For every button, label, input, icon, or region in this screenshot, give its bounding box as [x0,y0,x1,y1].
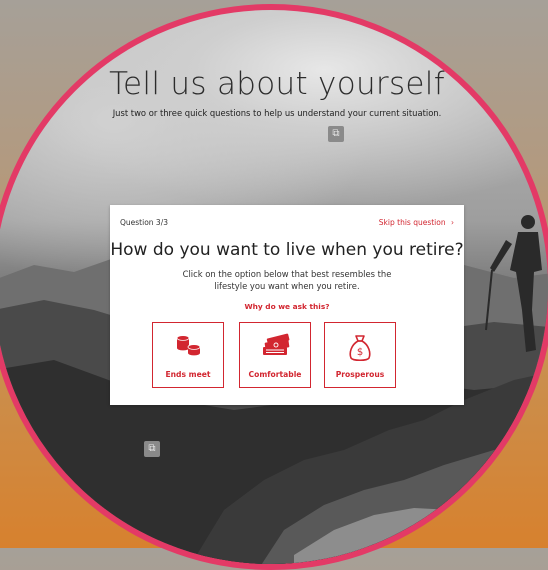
svg-text:$: $ [357,347,363,358]
skip-label: Skip this question [378,218,446,227]
page-title: Tell us about yourself [109,66,445,102]
coins-icon [153,333,223,361]
question-instruction: Click on the option below that best rese… [182,269,392,291]
option-prosperous[interactable]: $ Prosperous [324,322,396,388]
question-number: Question 3/3 [120,218,168,227]
money-bag-icon: $ [325,333,395,362]
chevron-right-icon: › [451,218,454,227]
question-heading: How do you want to live when you retire? [110,240,464,260]
option-label: Prosperous [335,370,385,379]
cash-stack-icon [240,333,310,361]
option-comfortable[interactable]: Comfortable [239,322,311,388]
watermark-icon: ⧉ [328,126,344,142]
option-label: Ends meet [165,370,211,379]
question-card: Question 3/3 Skip this question › How do… [110,205,464,405]
option-label: Comfortable [248,370,302,379]
skip-question-link[interactable]: Skip this question › [379,218,454,227]
watermark-icon: ⧉ [144,441,160,457]
background-photo-frame: ⧉ ⧉ Tell us about yourself Just two or t… [0,4,548,570]
page-subtitle: Just two or three quick questions to hel… [112,108,442,118]
option-ends-meet[interactable]: Ends meet [152,322,224,388]
why-we-ask-link[interactable]: Why do we ask this? [110,302,464,311]
